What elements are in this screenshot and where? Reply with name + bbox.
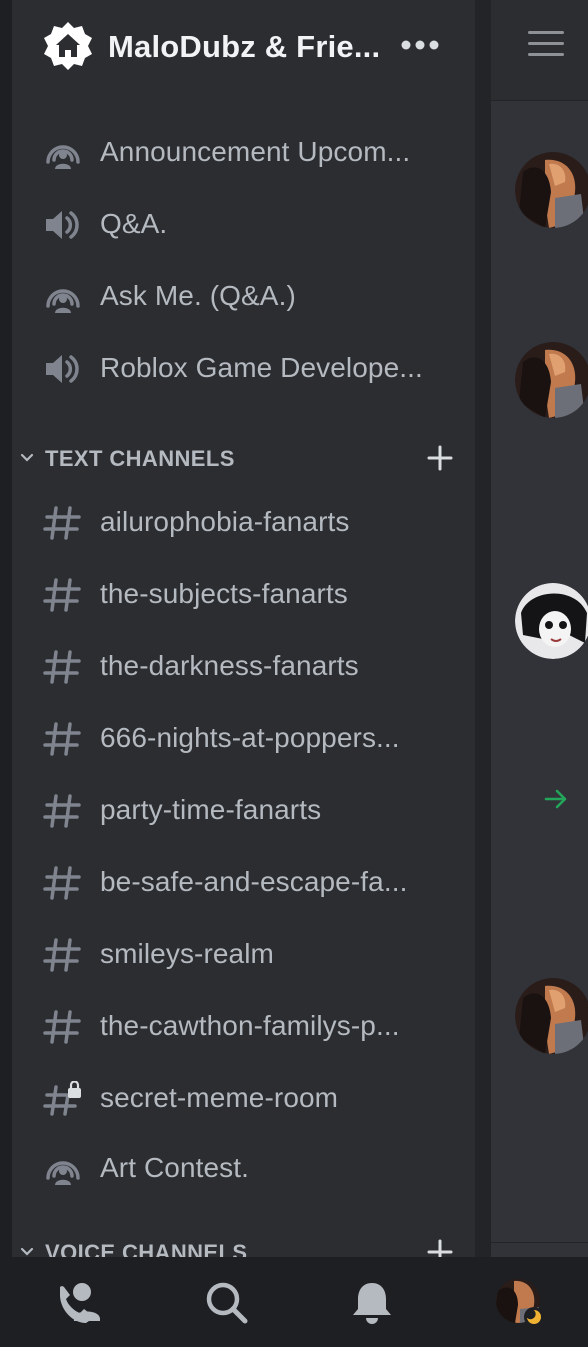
- channel-label: the-subjects-fanarts: [100, 578, 348, 609]
- channel-ask-me[interactable]: Ask Me. (Q&A.): [12, 266, 475, 326]
- chat-panel-peek[interactable]: [491, 0, 588, 1257]
- chat-header: [491, 0, 588, 101]
- channel-label: the-darkness-fanarts: [100, 650, 359, 681]
- channel-label: Roblox Game Develope...: [100, 352, 423, 383]
- hash-icon: [43, 578, 81, 612]
- panel-divider: [475, 0, 491, 1257]
- home-icon[interactable]: [42, 20, 94, 72]
- stage-icon: [46, 1161, 80, 1185]
- channel-label: smileys-realm: [100, 938, 274, 969]
- stage-icon: [46, 289, 80, 313]
- server-name[interactable]: MaloDubz & Frie...: [108, 29, 380, 65]
- friends-icon[interactable]: [56, 1279, 104, 1327]
- channel-art-contest[interactable]: Art Contest.: [12, 1138, 475, 1198]
- channel-party-time-fanarts[interactable]: party-time-fanarts: [12, 780, 475, 840]
- plus-icon[interactable]: [426, 444, 454, 472]
- channel-qa[interactable]: Q&A.: [12, 194, 475, 254]
- user-avatar[interactable]: [515, 152, 588, 228]
- channel-the-subjects-fanarts[interactable]: the-subjects-fanarts: [12, 564, 475, 624]
- category-label: TEXT CHANNELS: [45, 446, 235, 471]
- join-arrow-icon: [544, 789, 567, 809]
- user-avatar[interactable]: [494, 1277, 546, 1329]
- channel-the-darkness-fanarts[interactable]: the-darkness-fanarts: [12, 636, 475, 696]
- category-voice-channels[interactable]: VOICE CHANNELS: [12, 1232, 475, 1257]
- channel-the-cawthon-familys[interactable]: the-cawthon-familys-p...: [12, 996, 475, 1056]
- hash-icon: [43, 938, 81, 972]
- channel-label: 666-nights-at-poppers...: [100, 722, 400, 753]
- channel-label: Ask Me. (Q&A.): [100, 280, 296, 311]
- hash-icon: [43, 506, 81, 540]
- channel-secret-meme-room[interactable]: secret-meme-room: [12, 1068, 475, 1128]
- category-text-channels[interactable]: TEXT CHANNELS: [12, 438, 475, 478]
- channel-be-safe-and-escape[interactable]: be-safe-and-escape-fa...: [12, 852, 475, 912]
- speaker-icon: [46, 211, 79, 239]
- channel-666-nights-at-poppers[interactable]: 666-nights-at-poppers...: [12, 708, 475, 768]
- hash-icon: [43, 722, 81, 756]
- user-avatar[interactable]: [515, 978, 588, 1054]
- stage-icon: [46, 145, 80, 169]
- channel-ailurophobia-fanarts[interactable]: ailurophobia-fanarts: [12, 492, 475, 552]
- channel-label: secret-meme-room: [100, 1082, 339, 1113]
- notifications-bell-icon[interactable]: [348, 1279, 396, 1327]
- user-avatar[interactable]: [515, 342, 588, 418]
- chevron-down-icon: [20, 453, 34, 462]
- more-dots-icon[interactable]: [400, 38, 440, 52]
- hash-icon: [43, 794, 81, 828]
- divider-line: [491, 1242, 588, 1243]
- hash-icon: [43, 650, 81, 684]
- channel-label: party-time-fanarts: [100, 794, 322, 825]
- channel-label: Art Contest.: [100, 1152, 250, 1183]
- bottom-nav: [0, 1257, 588, 1347]
- speaker-icon: [46, 355, 79, 383]
- channel-label: Announcement Upcom...: [100, 136, 411, 167]
- channel-announcement-upcoming[interactable]: Announcement Upcom...: [12, 122, 475, 182]
- hash-icon: [43, 866, 81, 900]
- hamburger-menu-icon[interactable]: [528, 31, 564, 59]
- plus-icon[interactable]: [426, 1238, 454, 1257]
- server-header[interactable]: MaloDubz & Frie...: [12, 0, 475, 95]
- user-avatar[interactable]: [515, 583, 588, 659]
- channel-label: be-safe-and-escape-fa...: [100, 866, 408, 897]
- search-icon[interactable]: [203, 1279, 251, 1327]
- category-label: VOICE CHANNELS: [45, 1240, 248, 1257]
- channel-label: the-cawthon-familys-p...: [100, 1010, 400, 1041]
- channel-label: ailurophobia-fanarts: [100, 506, 350, 537]
- channel-roblox-game-developer[interactable]: Roblox Game Develope...: [12, 338, 475, 398]
- channel-smileys-realm[interactable]: smileys-realm: [12, 924, 475, 984]
- channel-panel: MaloDubz & Frie... Announcement Upcom...…: [12, 0, 475, 1257]
- channel-label: Q&A.: [100, 208, 168, 239]
- hash-lock-icon: [43, 1081, 81, 1116]
- hash-icon: [43, 1010, 81, 1044]
- server-rail: [0, 0, 12, 1257]
- chevron-down-icon: [20, 1247, 34, 1256]
